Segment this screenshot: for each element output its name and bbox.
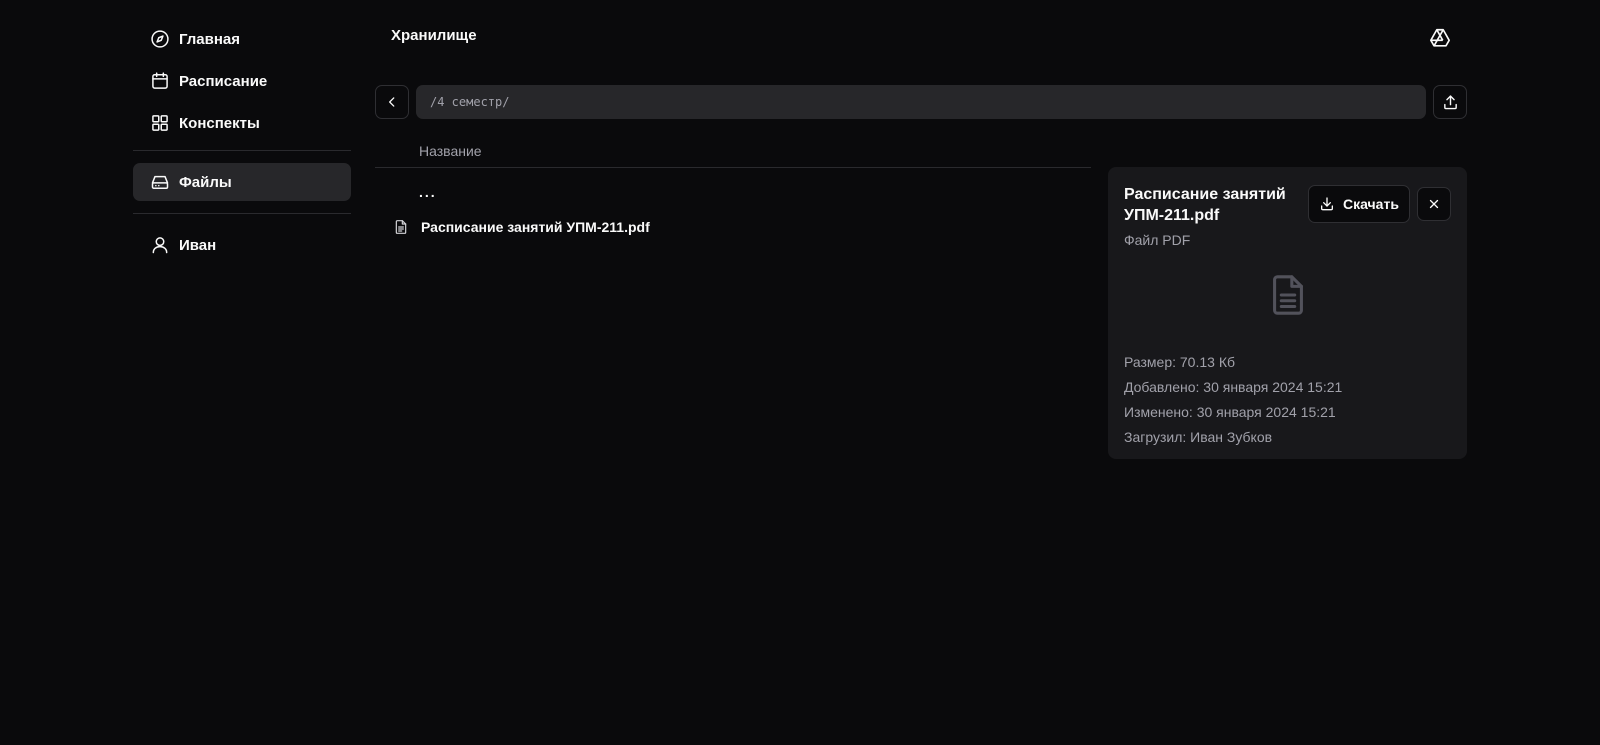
sidebar-divider — [133, 213, 351, 214]
hard-drive-icon — [151, 175, 169, 189]
sidebar-item-label: Файлы — [179, 173, 232, 191]
toolbar — [375, 85, 1467, 119]
parent-directory-label: ... — [419, 183, 437, 200]
sidebar-item-label: Главная — [179, 30, 241, 48]
sidebar-item-home[interactable]: Главная — [133, 20, 351, 58]
file-details-panel: Расписание занятий УПМ-211.pdf Файл PDF … — [1108, 167, 1467, 459]
sidebar-item-label: Иван — [179, 236, 217, 254]
close-icon — [1429, 199, 1439, 209]
file-uploader: Загрузил: Иван Зубков — [1124, 429, 1273, 445]
page-title: Хранилище — [391, 27, 477, 44]
file-added-date: Добавлено: 30 января 2024 15:21 — [1124, 379, 1343, 395]
upload-button[interactable] — [1433, 85, 1467, 119]
grid-icon — [152, 115, 168, 131]
file-row[interactable]: Расписание занятий УПМ-211.pdf — [375, 209, 1091, 244]
sidebar-divider — [133, 150, 351, 151]
file-list: Название ... Расписание занятий УПМ-211.… — [375, 134, 1091, 244]
sidebar-item-files[interactable]: Файлы — [133, 163, 351, 201]
parent-directory-row[interactable]: ... — [375, 174, 1091, 209]
sidebar-item-notes[interactable]: Конспекты — [133, 104, 351, 142]
compass-icon — [151, 30, 169, 48]
details-file-title: Расписание занятий УПМ-211.pdf — [1124, 186, 1286, 224]
google-drive-icon — [1430, 28, 1450, 47]
user-icon — [152, 237, 168, 254]
download-icon — [1321, 197, 1333, 211]
google-drive-button[interactable] — [1427, 25, 1453, 51]
chevron-left-icon — [389, 97, 395, 107]
sidebar-item-label: Конспекты — [179, 114, 260, 132]
calendar-icon — [152, 72, 168, 89]
file-size: Размер: 70.13 Кб — [1124, 354, 1235, 370]
back-button[interactable] — [375, 85, 409, 119]
sidebar: Главная Расписание Конспекты Файлы Иван — [133, 20, 351, 268]
file-name: Расписание занятий УПМ-211.pdf — [421, 218, 650, 235]
file-metadata: Размер: 70.13 Кб Добавлено: 30 января 20… — [1124, 350, 1342, 450]
download-label: Скачать — [1343, 196, 1399, 212]
column-header-name[interactable]: Название — [375, 134, 1091, 168]
sidebar-item-profile[interactable]: Иван — [133, 226, 351, 264]
file-text-icon — [395, 219, 407, 234]
close-details-button[interactable] — [1417, 187, 1451, 221]
download-button[interactable]: Скачать — [1308, 185, 1410, 223]
column-header-label: Название — [419, 142, 482, 159]
path-input[interactable] — [416, 85, 1426, 119]
sidebar-item-schedule[interactable]: Расписание — [133, 62, 351, 100]
file-preview-icon — [1273, 275, 1303, 315]
file-modified-date: Изменено: 30 января 2024 15:21 — [1124, 404, 1336, 420]
upload-icon — [1443, 94, 1457, 109]
details-file-type: Файл PDF — [1124, 232, 1191, 248]
sidebar-item-label: Расписание — [179, 72, 268, 90]
